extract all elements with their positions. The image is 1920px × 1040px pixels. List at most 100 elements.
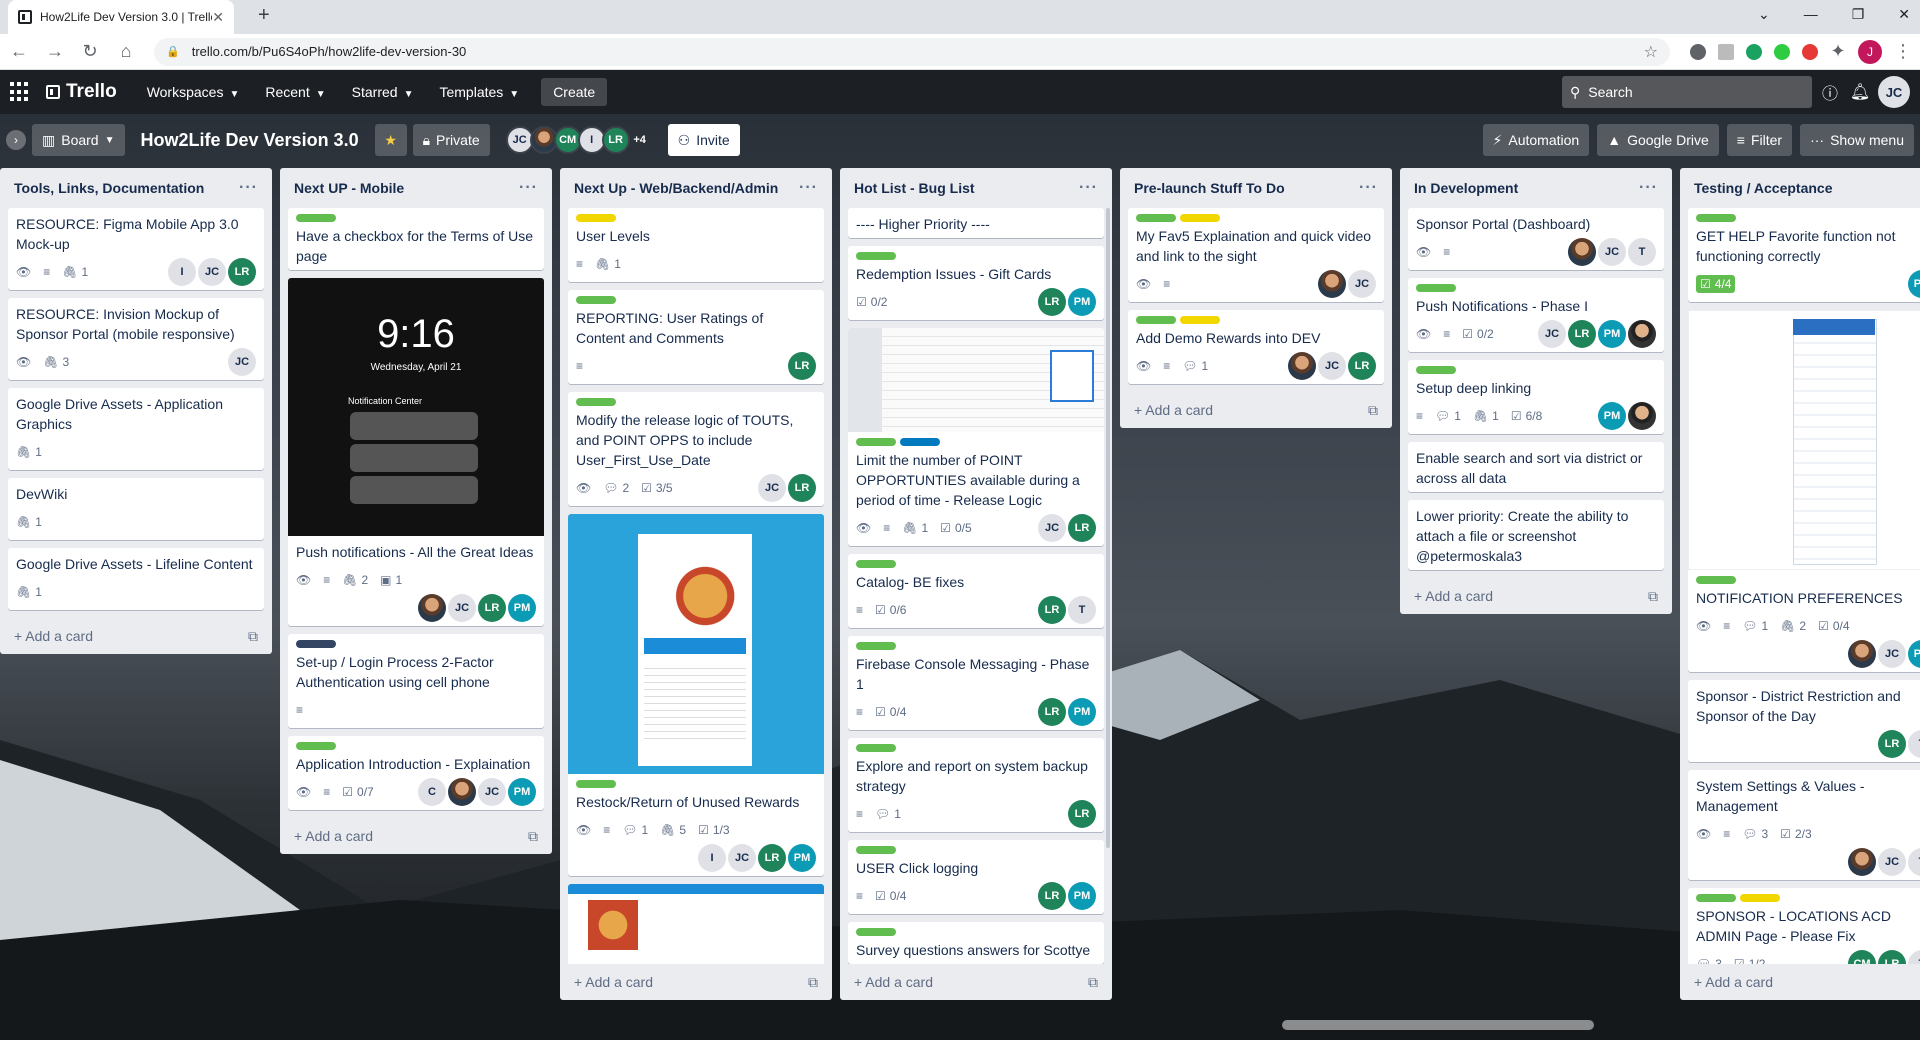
minimize-icon[interactable]: — [1804, 6, 1818, 23]
google-drive-button[interactable]: ▲ Google Drive [1597, 124, 1719, 156]
list-header[interactable]: Tools, Links, Documentation ··· [8, 168, 264, 208]
member-avatar[interactable]: JC [1598, 238, 1626, 266]
member-avatar[interactable]: PM [508, 594, 536, 622]
card[interactable]: Google Drive Assets - Lifeline Content 🖇… [8, 548, 264, 610]
member-avatar[interactable]: T [1068, 596, 1096, 624]
card[interactable]: USER Click logging ≡ ☑ 0/4 LR PM [848, 840, 1104, 914]
info-icon[interactable]: ⓘ [1818, 80, 1842, 104]
card[interactable]: Set-up / Login Process 2-Factor Authenti… [288, 634, 544, 728]
profile-avatar[interactable]: J [1858, 39, 1882, 64]
puzzle-extensions-icon[interactable]: ✦ [1830, 41, 1846, 62]
member-avatar[interactable]: JC [1038, 514, 1066, 542]
extension-icon-2[interactable] [1718, 43, 1734, 60]
card[interactable]: REPORTING: User Ratings of Content and C… [568, 290, 824, 384]
card[interactable]: User Levels ≡ 🖇︎ 1 [568, 208, 824, 282]
member-avatar[interactable]: PM [788, 844, 816, 872]
list-header[interactable]: Hot List - Bug List ··· [848, 168, 1104, 208]
create-button[interactable]: Create [541, 78, 608, 106]
extension-icon-5[interactable] [1802, 43, 1818, 60]
card[interactable]: Lower priority: Create the ability to at… [1408, 500, 1664, 570]
member-avatar-photo[interactable] [1628, 320, 1656, 348]
member-avatar[interactable]: LR [788, 352, 816, 380]
card[interactable]: DevWiki 🖇︎ 1 [8, 478, 264, 540]
extension-icon-4[interactable] [1774, 43, 1790, 60]
member-avatar[interactable]: LR [1068, 800, 1096, 828]
add-card-button[interactable]: + Add a card [1688, 964, 1920, 1000]
member-avatar[interactable]: I [168, 258, 196, 286]
member-avatar[interactable]: LR [228, 258, 256, 286]
expand-sidebar-icon[interactable]: › [6, 130, 26, 150]
member-avatar[interactable]: LR [1878, 730, 1906, 758]
bookmark-star-icon[interactable]: ☆ [1644, 42, 1658, 62]
extension-icon-3[interactable] [1746, 43, 1762, 60]
member-avatar-photo[interactable] [1848, 640, 1876, 668]
new-tab-icon[interactable]: + [258, 4, 270, 27]
member-avatar[interactable]: JC [758, 474, 786, 502]
member-avatar[interactable]: JC [1538, 320, 1566, 348]
member-avatar[interactable]: T [1908, 730, 1920, 758]
list-menu-icon[interactable]: ··· [1359, 179, 1378, 197]
reload-icon[interactable]: ↻ [82, 41, 98, 62]
card[interactable]: Catalog- BE fixes ≡ ☑ 0/6 LR T [848, 554, 1104, 628]
board-view-switcher[interactable]: ▥ Board ▼ [32, 124, 125, 156]
member-avatar[interactable]: LR [1038, 596, 1066, 624]
automation-button[interactable]: ⚡︎ Automation [1482, 124, 1590, 156]
bell-icon[interactable]: 🔔︎ [1848, 82, 1872, 102]
card[interactable]: Firebase Console Messaging - Phase 1 ≡ ☑ 0… [848, 636, 1104, 730]
card[interactable]: Restock/Return of Unused Rewards 👁︎ ≡ 💬︎ 1 🖇… [568, 514, 824, 876]
card[interactable]: Application Introduction - Explaination … [288, 736, 544, 810]
member-avatar[interactable]: PM [1908, 640, 1920, 668]
visibility-button[interactable]: 🔒︎ Private [412, 124, 490, 156]
add-card-button[interactable]: + Add a card ⧉ [1128, 392, 1384, 428]
template-icon[interactable]: ⧉ [528, 828, 538, 845]
list-menu-icon[interactable]: ··· [1639, 179, 1658, 197]
browser-tab[interactable]: How2Life Dev Version 3.0 | Trello ✕ [8, 0, 234, 34]
member-avatar[interactable]: JC [478, 778, 506, 806]
list-header[interactable]: Next Up - Web/Backend/Admin ··· [568, 168, 824, 208]
address-bar[interactable]: 🔒 trello.com/b/Pu6S4oPh/how2life-dev-ver… [154, 37, 1670, 66]
card[interactable]: NOTIFICATION PREFERENCES 👁︎ ≡ 💬︎ 1 🖇︎ 2 ☑ 0/4 J… [1688, 310, 1920, 672]
add-card-button[interactable]: + Add a card ⧉ [288, 818, 544, 854]
list-header[interactable]: Pre-launch Stuff To Do ··· [1128, 168, 1384, 208]
member-avatar[interactable]: PM [1598, 402, 1626, 430]
member-avatar[interactable]: JC [1878, 640, 1906, 668]
template-icon[interactable]: ⧉ [1648, 588, 1658, 605]
card[interactable]: My Fav5 Explaination and quick video and… [1128, 208, 1384, 302]
member-avatar[interactable]: PM [1068, 698, 1096, 726]
star-board-icon[interactable]: ★ [374, 124, 407, 156]
card[interactable]: Modify the release logic of TOUTS, and P… [568, 392, 824, 506]
member-avatar[interactable]: JC [1348, 270, 1376, 298]
show-menu-button[interactable]: ··· Show menu [1800, 124, 1914, 156]
card[interactable]: Sponsor - District Restriction and Spons… [1688, 680, 1920, 762]
member-avatar[interactable]: LR [1038, 882, 1066, 910]
member-avatar-photo[interactable] [1318, 270, 1346, 298]
member-avatar[interactable]: PM [508, 778, 536, 806]
member-avatar[interactable]: LR [1038, 698, 1066, 726]
nav-workspaces[interactable]: Workspaces ▼ [137, 78, 250, 106]
card[interactable]: RESOURCE: Invision Mockup of Sponsor Por… [8, 298, 264, 380]
member-avatar[interactable]: JC [1878, 848, 1906, 876]
card[interactable]: ---- Higher Priority ---- [848, 208, 1104, 238]
template-icon[interactable]: ⧉ [1088, 974, 1098, 991]
member-avatar-photo[interactable] [1568, 238, 1596, 266]
card[interactable]: Have a checkbox for the Terms of Use pag… [288, 208, 544, 270]
list-menu-icon[interactable]: ··· [1079, 179, 1098, 197]
close-window-icon[interactable]: ✕ [1898, 6, 1910, 23]
add-card-button[interactable]: + Add a card ⧉ [8, 618, 264, 654]
restore-icon[interactable]: ❐ [1852, 6, 1865, 23]
member-avatar[interactable]: T [1908, 848, 1920, 876]
extension-icon-1[interactable] [1690, 43, 1706, 60]
chrome-menu-down-icon[interactable]: ⌄ [1758, 6, 1770, 23]
member-avatar[interactable]: JC [728, 844, 756, 872]
member-avatar[interactable]: JC [448, 594, 476, 622]
template-icon[interactable]: ⧉ [1368, 402, 1378, 419]
card[interactable]: Limit the number of POINT OPPORTUNTIES a… [848, 328, 1104, 546]
member-avatar-photo[interactable] [1288, 352, 1316, 380]
card[interactable]: Survey questions answers for Scottye [848, 922, 1104, 964]
member-avatar-photo[interactable] [1848, 848, 1876, 876]
invite-button[interactable]: ⚇ Invite [667, 124, 740, 156]
member-avatar[interactable]: PM [1068, 882, 1096, 910]
more-members[interactable]: +4 [626, 126, 654, 154]
card[interactable]: Explore and report on system backup stra… [848, 738, 1104, 832]
member-avatar[interactable]: LR [788, 474, 816, 502]
